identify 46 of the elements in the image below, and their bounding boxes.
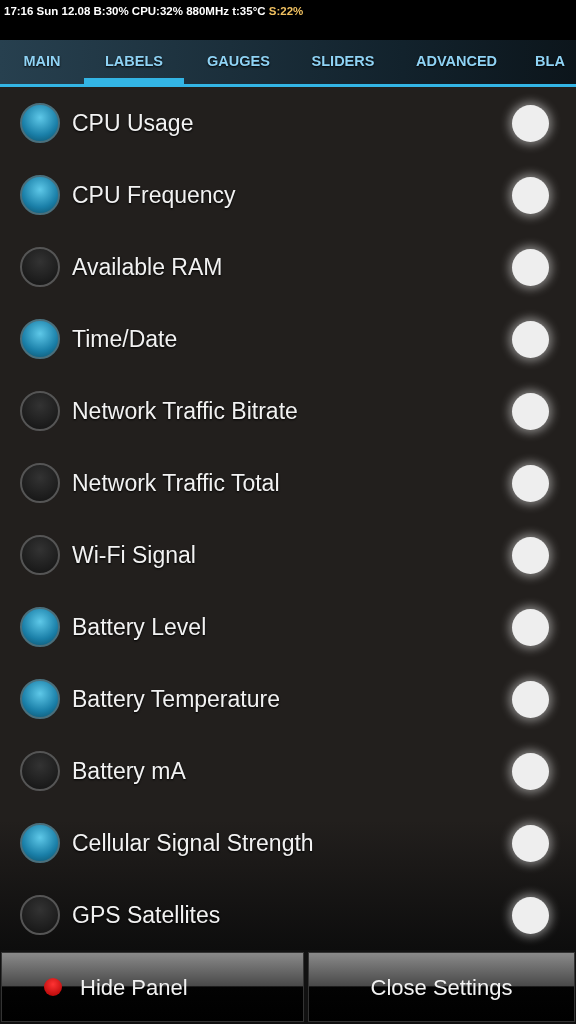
item-label: Wi-Fi Signal <box>72 540 197 570</box>
checkbox[interactable] <box>20 175 60 215</box>
checkbox[interactable] <box>20 895 60 935</box>
color-swatch[interactable] <box>512 392 549 430</box>
item-label: CPU Usage <box>72 108 195 138</box>
tab[interactable]: GAUGES <box>184 40 293 84</box>
color-swatch[interactable] <box>512 248 549 286</box>
tab[interactable]: SLIDERS <box>293 40 393 84</box>
checkbox[interactable] <box>20 607 60 647</box>
checkbox[interactable] <box>20 679 60 719</box>
checkbox[interactable] <box>20 103 60 143</box>
checkbox[interactable] <box>20 751 60 791</box>
color-swatch[interactable] <box>512 608 549 646</box>
color-swatch[interactable] <box>512 320 549 358</box>
item-label: Network Traffic Total <box>72 468 281 498</box>
color-swatch[interactable] <box>512 752 549 790</box>
checkbox[interactable] <box>20 319 60 359</box>
item-label: Time/Date <box>72 324 179 354</box>
checkbox[interactable] <box>20 463 60 503</box>
status-text: 17:16 Sun 12.08 B:30% CPU:32% 880MHz t:35°C <box>4 5 266 17</box>
color-swatch[interactable] <box>512 104 549 142</box>
color-swatch[interactable] <box>512 680 549 718</box>
item-label: Available RAM <box>72 252 224 282</box>
hide-panel-button[interactable]: Hide Panel <box>1 952 304 1022</box>
item-label: Cellular Signal Strength <box>72 828 315 858</box>
checkbox[interactable] <box>20 247 60 287</box>
checkbox[interactable] <box>20 823 60 863</box>
item-label: Battery mA <box>72 756 187 786</box>
color-swatch[interactable] <box>512 176 549 214</box>
close-button[interactable]: Close Settings <box>308 952 575 1022</box>
color-swatch[interactable] <box>512 464 549 502</box>
item-label: Battery Temperature <box>72 684 281 714</box>
checkbox[interactable] <box>20 391 60 431</box>
color-swatch[interactable] <box>512 896 549 934</box>
color-swatch[interactable] <box>512 824 549 862</box>
tab[interactable]: MAIN <box>0 40 84 84</box>
item-label: GPS Satellites <box>72 900 222 930</box>
color-swatch[interactable] <box>512 536 549 574</box>
indicator-dot-icon <box>44 978 62 996</box>
item-label: CPU Frequency <box>72 180 237 210</box>
item-label: Battery Level <box>72 612 208 642</box>
tab[interactable]: BLA <box>520 40 576 84</box>
status-highlight: S:22% <box>268 5 304 17</box>
tab[interactable]: ADVANCED <box>393 40 520 84</box>
checkbox[interactable] <box>20 535 60 575</box>
item-label: Network Traffic Bitrate <box>72 396 299 426</box>
